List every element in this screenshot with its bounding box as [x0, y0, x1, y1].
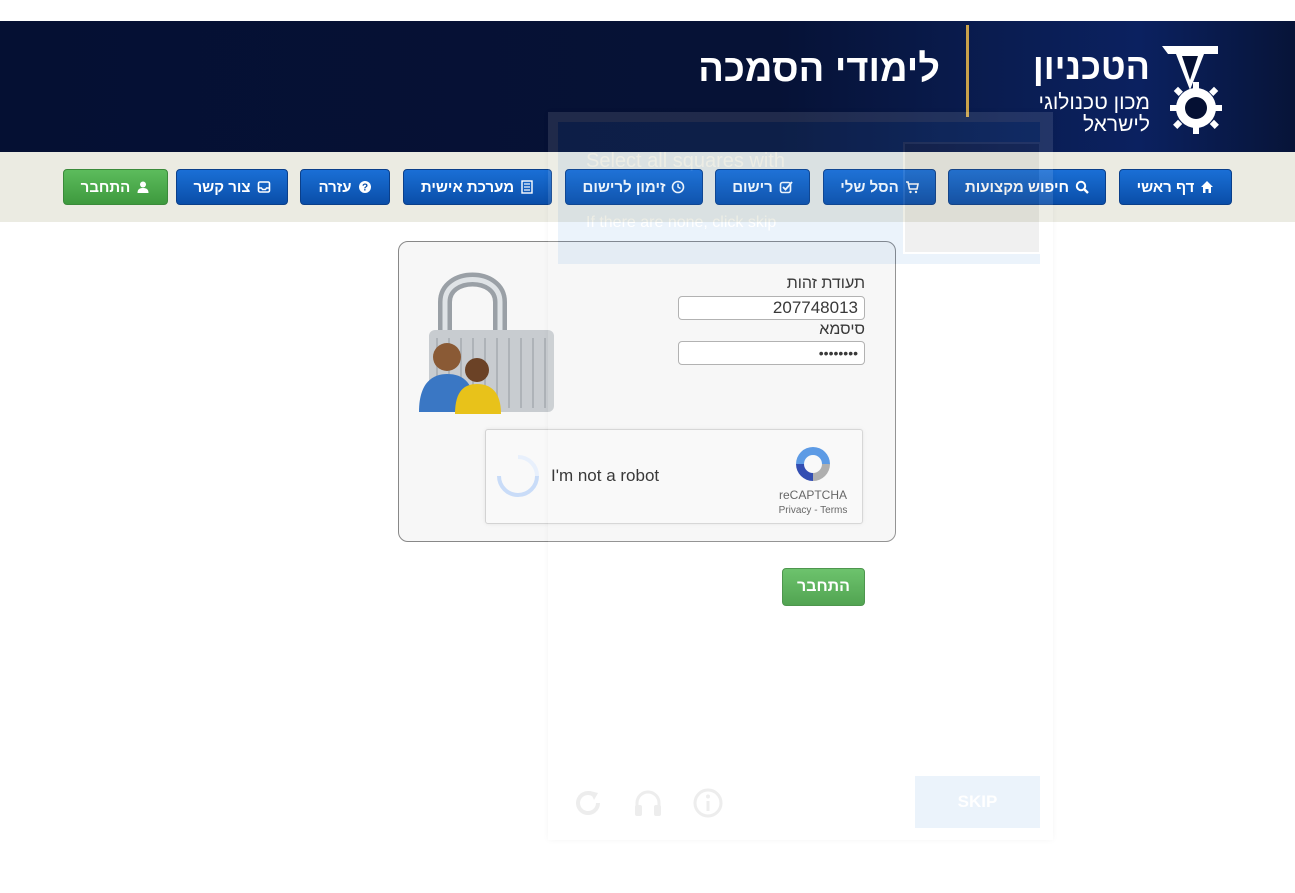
nav-contact-label: צור קשר [193, 178, 251, 196]
nav-contact-button[interactable]: צור קשר [176, 169, 288, 205]
recaptcha-terms-link[interactable]: Terms [820, 505, 847, 516]
technion-logo-text: הטכניון [1032, 46, 1150, 87]
cart-icon [905, 181, 919, 194]
svg-text:?: ? [361, 183, 367, 194]
search-icon [1075, 180, 1089, 194]
nav-login-button[interactable]: התחבר [63, 169, 168, 205]
info-icon[interactable] [692, 787, 724, 819]
inbox-icon [257, 181, 270, 193]
recaptcha-links: Privacy - Terms [770, 505, 856, 516]
header-divider [966, 25, 969, 117]
recaptcha-label: I'm not a robot [551, 466, 660, 485]
home-icon [1201, 181, 1214, 193]
headphones-icon[interactable] [632, 787, 664, 819]
id-label: תעודת זהות [786, 275, 865, 292]
nav-login-label: התחבר [80, 178, 131, 196]
nav-my-cart-label: הסל שלי [840, 178, 899, 196]
nav-personal-system-label: מערכת אישית [420, 178, 515, 196]
question-circle-icon: ? [358, 181, 371, 194]
nav-registration-label: רישום [732, 178, 773, 196]
nav-home-label: דף ראשי [1136, 178, 1195, 196]
nav-registration-button[interactable]: רישום [715, 169, 810, 205]
nav-personal-system-button[interactable]: מערכת אישית [403, 169, 552, 205]
logo-subtitle-line2: לישראל [1082, 113, 1150, 136]
login-submit-button[interactable]: התחבר [782, 568, 865, 606]
padlock-users-icon [419, 272, 554, 414]
recaptcha-logo-icon [796, 447, 830, 481]
check-square-icon [779, 181, 793, 194]
nav-my-cart-button[interactable]: הסל שלי [823, 169, 936, 205]
list-document-icon [521, 180, 533, 194]
nav-help-label: עזרה [318, 178, 352, 196]
password-input[interactable]: •••••••• [678, 341, 865, 365]
user-icon [137, 181, 149, 193]
recaptcha-links-separator: - [811, 505, 821, 516]
reload-icon[interactable] [572, 787, 604, 819]
nav-search-courses-button[interactable]: חיפוש מקצועות [948, 169, 1106, 205]
recaptcha-checkbox-spinner[interactable] [495, 453, 541, 499]
nav-search-courses-label: חיפוש מקצועות [964, 178, 1070, 196]
recaptcha-brand: reCAPTCHA [778, 488, 847, 502]
challenge-skip-button[interactable]: SKIP [915, 776, 1040, 828]
id-number-input[interactable]: 207748013 [678, 296, 865, 320]
header-title: לימודי הסמכה [698, 48, 940, 90]
nav-home-button[interactable]: דף ראשי [1119, 169, 1232, 205]
nav-registration-schedule-label: זימון לרישום [582, 178, 666, 196]
technion-logo-subtitle: מכון טכנולוגי לישראל [1010, 92, 1150, 136]
technion-emblem-icon [1162, 46, 1222, 134]
nav-help-button[interactable]: ? עזרה [300, 169, 390, 205]
clock-icon [672, 180, 685, 194]
recaptcha-privacy-link[interactable]: Privacy [779, 505, 812, 516]
nav-registration-schedule-button[interactable]: זימון לרישום [565, 169, 703, 205]
password-label: סיסמא [819, 321, 865, 338]
logo-subtitle-line1: מכון טכנולוגי [1038, 91, 1150, 114]
